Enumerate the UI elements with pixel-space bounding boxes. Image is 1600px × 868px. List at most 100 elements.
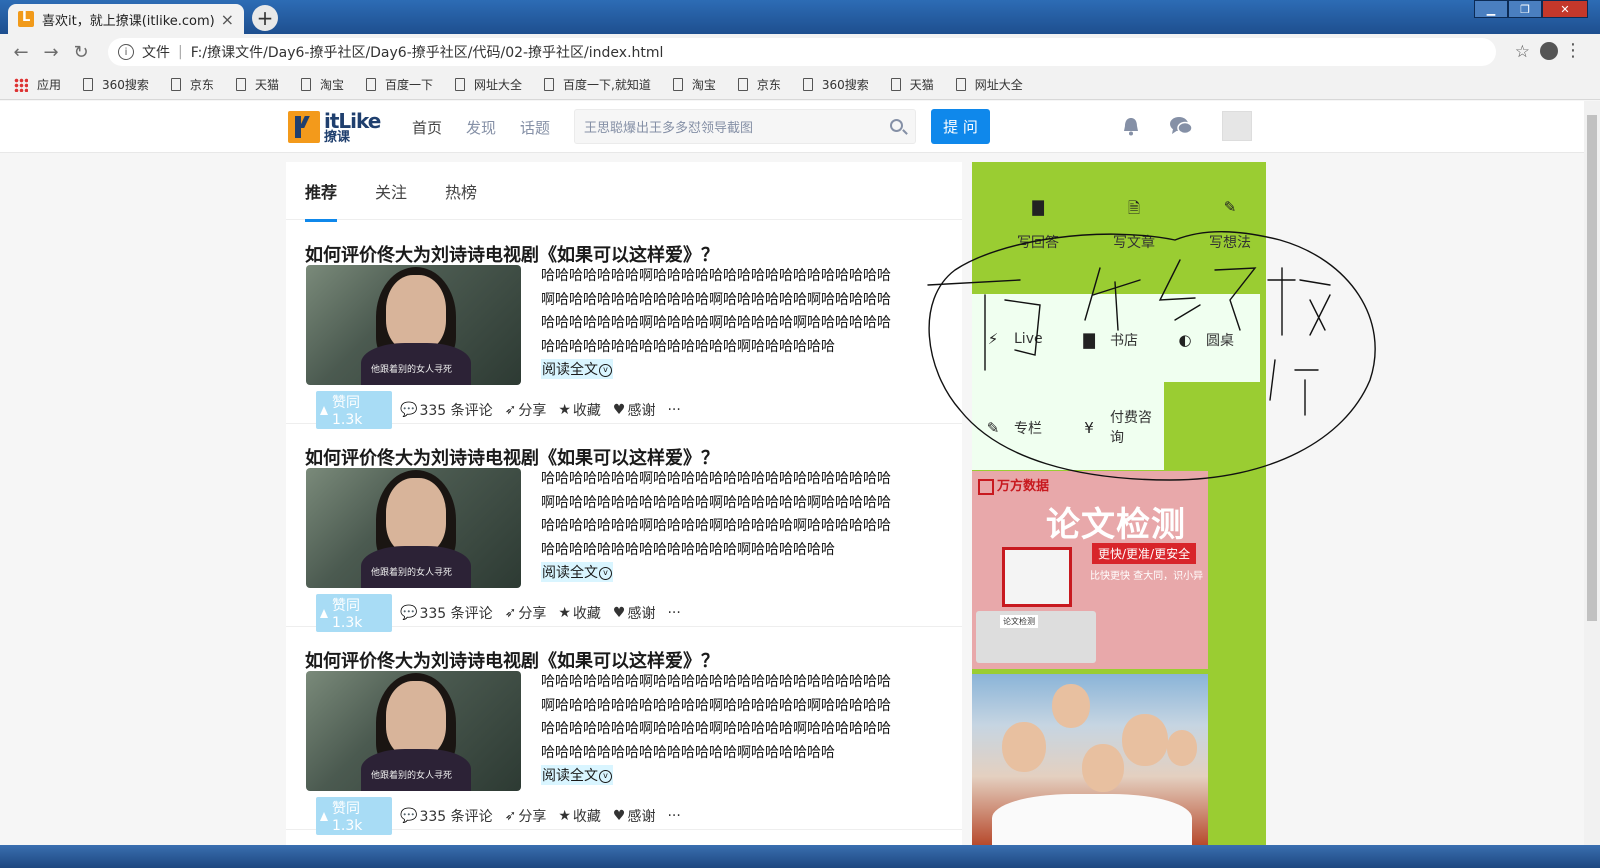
question-title[interactable]: 如何评价佟大为刘诗诗电视剧《如果可以这样爱》？ (305, 444, 719, 470)
share-button[interactable]: ➶ 分享 (505, 806, 547, 826)
bookmark-item[interactable]: 360搜索 (83, 76, 149, 93)
nav-topics[interactable]: 话题 (520, 117, 550, 138)
bookmark-item[interactable]: 天猫 (890, 76, 934, 93)
forward-arrow-icon[interactable]: → (36, 37, 66, 67)
share-button[interactable]: ➶ 分享 (505, 400, 547, 420)
ad-subtext: 比快更快 查大同，识小异 (1090, 571, 1204, 582)
bookmark-item[interactable]: 淘宝 (672, 76, 716, 93)
read-more-link[interactable]: 阅读全文 v (541, 359, 613, 379)
sidebar-item-consult[interactable]: ¥ 付费咨询 (1082, 408, 1162, 448)
bookmark-item[interactable]: 360搜索 (802, 76, 869, 93)
answer-thumbnail[interactable]: 他跟着别的女人寻死 (306, 265, 521, 385)
browser-menu-icon[interactable]: ⋮ (1564, 40, 1582, 61)
triangle-up-icon (320, 405, 328, 415)
back-arrow-icon[interactable]: ← (6, 37, 36, 67)
new-tab-button[interactable]: + (252, 5, 278, 31)
feed-item: 如何评价佟大为刘诗诗电视剧《如果可以这样爱》？ 他跟着别的女人寻死 哈哈哈哈哈哈… (286, 221, 962, 429)
windows-taskbar (0, 845, 1600, 868)
read-more-link[interactable]: 阅读全文 v (541, 765, 613, 785)
comments-button[interactable]: 💬 335 条评论 (400, 603, 493, 623)
question-title[interactable]: 如何评价佟大为刘诗诗电视剧《如果可以这样爱》？ (305, 241, 719, 267)
write-actions: ▇ 写回答 🗎 写文章 ✎ 写想法 (972, 162, 1266, 294)
comment-icon: 💬 (400, 402, 418, 418)
bookmark-item[interactable]: 网址大全 (955, 76, 1023, 93)
nav-discover[interactable]: 发现 (466, 117, 496, 138)
sidebar-item-bookstore[interactable]: ▇ 书店 (1082, 330, 1138, 350)
ad-brand: 万方数据 (997, 479, 1050, 494)
read-more-link[interactable]: 阅读全文 v (541, 562, 613, 582)
sidebar-item-roundtable[interactable]: ◐ 圆桌 (1178, 330, 1234, 350)
heart-icon: ♥ (612, 402, 626, 418)
maximize-button[interactable]: ❐ (1508, 0, 1542, 18)
lightning-icon: ⚡ (987, 330, 999, 348)
write-answer-button[interactable]: ▇ 写回答 (990, 198, 1086, 252)
bookmark-star-icon[interactable]: ☆ (1515, 42, 1530, 62)
tab-recommend[interactable]: 推荐 (305, 179, 338, 222)
write-article-button[interactable]: 🗎 写文章 (1086, 198, 1182, 252)
more-button[interactable]: ··· (667, 808, 680, 824)
site-header: itLike 撩课 首页 发现 话题 王思聪爆出王多多怼领导截图 提 问 (0, 101, 1584, 153)
sidebar-item-column[interactable]: ✎ 专栏 (986, 418, 1042, 438)
upvote-button[interactable]: 赞同 1.3k (316, 797, 392, 835)
question-title[interactable]: 如何评价佟大为刘诗诗电视剧《如果可以这样爱》？ (305, 647, 719, 673)
url-input[interactable]: i 文件 | F:/撩课文件/Day6-撩乎社区/Day6-撩乎社区/代码/02… (108, 38, 1496, 66)
bookmark-item[interactable]: 京东 (737, 76, 781, 93)
scrollbar-thumb[interactable] (1587, 115, 1597, 621)
comments-button[interactable]: 💬 335 条评论 (400, 400, 493, 420)
book-illustration-icon (1002, 547, 1072, 607)
ask-button[interactable]: 提 问 (931, 109, 990, 144)
sidebar-item-live[interactable]: ⚡ Live (986, 330, 1043, 348)
account-icon[interactable] (1540, 42, 1558, 60)
close-tab-icon[interactable]: × (221, 10, 234, 29)
minimize-button[interactable]: ▁ (1474, 0, 1508, 18)
info-icon[interactable]: i (118, 44, 134, 60)
collect-button[interactable]: ★ 收藏 (558, 806, 601, 826)
messages-icon[interactable] (1169, 115, 1193, 137)
triangle-up-icon (320, 608, 328, 618)
nav-home[interactable]: 首页 (412, 117, 442, 138)
reload-icon[interactable]: ↻ (66, 37, 96, 67)
bookmark-item[interactable]: 网址大全 (454, 76, 522, 93)
collect-button[interactable]: ★ 收藏 (558, 603, 601, 623)
bookmark-item[interactable]: 百度一下,就知道 (544, 76, 651, 93)
more-button[interactable]: ··· (667, 605, 680, 621)
site-logo[interactable]: itLike 撩课 (288, 108, 386, 146)
sidebar-links-row: ✎ 专栏 ¥ 付费咨询 (972, 382, 1164, 470)
answer-thumbnail[interactable]: 他跟着别的女人寻死 (306, 468, 521, 588)
ad-banner-paper-check[interactable]: 万方数据 论文检测 更快/更准/更安全 比快更快 查大同，识小异 论文检测 (972, 471, 1208, 669)
search-icon[interactable] (890, 119, 903, 132)
search-input[interactable]: 王思聪爆出王多多怼领导截图 (574, 109, 916, 144)
page-icon (365, 78, 376, 91)
answer-thumbnail[interactable]: 他跟着别的女人寻死 (306, 671, 521, 791)
bookmark-item[interactable]: 百度一下 (365, 76, 433, 93)
tab-hot[interactable]: 热榜 (445, 179, 477, 203)
bookmark-apps[interactable]: 应用 (14, 76, 61, 93)
bookmark-item[interactable]: 京东 (170, 76, 214, 93)
answer-excerpt: 哈哈哈哈哈哈哈啊哈哈哈哈哈哈哈哈哈哈哈哈哈哈哈哈哈啊哈哈哈哈哈哈哈哈哈哈哈啊哈哈… (541, 674, 891, 761)
feed-item: 如何评价佟大为刘诗诗电视剧《如果可以这样爱》？ 他跟着别的女人寻死 哈哈哈哈哈哈… (286, 424, 962, 632)
close-window-button[interactable]: ✕ (1542, 0, 1588, 18)
share-button[interactable]: ➶ 分享 (505, 603, 547, 623)
heart-icon: ♥ (612, 808, 626, 824)
thanks-button[interactable]: ♥ 感谢 (613, 400, 656, 420)
ad-search-label: 论文检测 (1000, 615, 1038, 628)
bookmark-item[interactable]: 天猫 (235, 76, 279, 93)
thanks-button[interactable]: ♥ 感谢 (613, 806, 656, 826)
document-icon: 🗎 (1127, 199, 1141, 217)
page-icon (170, 78, 181, 91)
thanks-button[interactable]: ♥ 感谢 (613, 603, 656, 623)
pencil-icon: ✎ (1223, 198, 1237, 216)
bell-icon[interactable] (1120, 115, 1142, 137)
ad-banner-photo[interactable] (972, 674, 1208, 845)
feed-card: 推荐 关注 热榜 如何评价佟大为刘诗诗电视剧《如果可以这样爱》？ 他跟着别的女人… (286, 162, 962, 845)
avatar[interactable] (1222, 111, 1252, 141)
chevron-down-icon: v (599, 363, 612, 377)
page-scrollbar[interactable] (1584, 101, 1600, 845)
tab-follow[interactable]: 关注 (375, 179, 407, 203)
bookmark-item[interactable]: 淘宝 (300, 76, 344, 93)
more-button[interactable]: ··· (667, 402, 680, 418)
comments-button[interactable]: 💬 335 条评论 (400, 806, 493, 826)
write-idea-button[interactable]: ✎ 写想法 (1182, 198, 1278, 252)
collect-button[interactable]: ★ 收藏 (558, 400, 601, 420)
browser-tab[interactable]: 喜欢it，就上撩课(itlike.com) × (8, 4, 244, 34)
